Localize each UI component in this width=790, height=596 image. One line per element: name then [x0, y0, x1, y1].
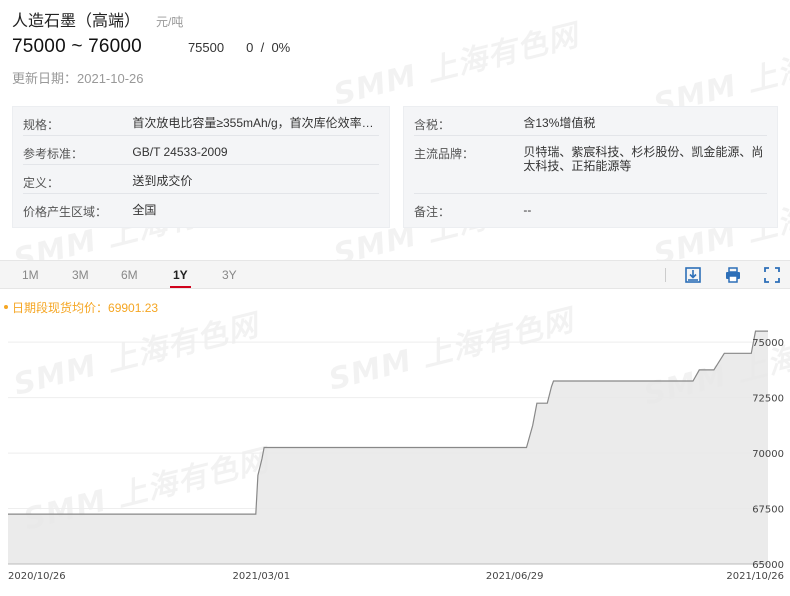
spec-value: 含13%增值税	[523, 116, 596, 130]
tab-1m[interactable]: 1M	[22, 268, 39, 282]
download-image-icon[interactable]	[684, 266, 702, 284]
chart-legend: 日期段现货均价：69901.23	[4, 299, 158, 316]
price-separator: ~	[71, 36, 83, 57]
y-tick-label: 65000	[752, 560, 784, 571]
average-price: 75500	[187, 40, 225, 55]
price-row: 75000 ~ 76000 75500 0 / 0%	[12, 36, 290, 58]
legend-value: 69901.23	[108, 301, 159, 315]
spec-row-region: 价格产生区域： 全国	[23, 194, 379, 223]
spec-value: 全国	[132, 203, 157, 217]
x-tick-label: 2020/10/26	[8, 571, 66, 582]
chart-canvas: 65000 67500 70000 72500 75000 2020/10/26 2021…	[8, 330, 784, 582]
price-range: 75000 ~ 76000	[12, 36, 142, 58]
price-header: 人造石墨（高端） 元/吨 75000 ~ 76000 75500 0 / 0% …	[0, 0, 790, 98]
price-chart: 日期段现货均价：69901.23 65000 67500 70000 72500 750…	[0, 290, 790, 596]
chart-toolbar: 1M 3M 6M 1Y 3Y	[0, 260, 790, 289]
update-date-value: 2021-10-26	[77, 71, 144, 86]
x-tick-label: 2021/06/29	[486, 571, 544, 582]
product-title: 人造石墨（高端）	[12, 13, 141, 30]
spec-label: 含税：	[414, 118, 451, 132]
tab-6m[interactable]: 6M	[121, 268, 138, 282]
spec-row-remark: 备注： --	[414, 194, 767, 223]
specs-panel-right: 含税： 含13%增值税 主流品牌： 贝特瑞、紫宸科技、杉杉股份、凯金能源、尚太科…	[403, 106, 778, 228]
spec-label: 备注：	[414, 205, 451, 219]
spec-row-definition: 定义： 送到成交价	[23, 165, 379, 194]
spec-row-spec: 规格： 首次放电比容量≥355mAh/g，首次库伦效率…	[23, 107, 379, 136]
price-unit: 元/吨	[156, 15, 184, 29]
spec-value: 首次放电比容量≥355mAh/g，首次库伦效率…	[132, 116, 374, 130]
spec-value: 贝特瑞、紫宸科技、杉杉股份、凯金能源、尚太科技、正拓能源等	[523, 145, 764, 173]
legend-dot	[4, 304, 8, 309]
price-low: 75000	[12, 36, 66, 57]
spec-value: --	[523, 203, 532, 217]
spec-row-standard: 参考标准： GB/T 24533-2009	[23, 136, 379, 165]
spec-label: 定义：	[23, 176, 60, 190]
spec-row-tax: 含税： 含13%增值税	[414, 107, 767, 136]
tab-1y[interactable]: 1Y	[170, 268, 191, 288]
update-date: 更新日期：2021-10-26	[12, 68, 144, 87]
specs-panel-left: 规格： 首次放电比容量≥355mAh/g，首次库伦效率… 参考标准： GB/T …	[12, 106, 390, 228]
title-row: 人造石墨（高端） 元/吨	[12, 7, 183, 31]
y-tick-label: 72500	[752, 394, 784, 405]
spec-value: GB/T 24533-2009	[132, 145, 228, 159]
x-tick-label: 2021/10/26	[726, 571, 784, 582]
price-change: 0 / 0%	[246, 40, 291, 55]
x-axis-ticks: 2020/10/26 2021/03/01 2021/06/29 2021/10/26	[8, 571, 784, 582]
spec-value: 送到成交价	[132, 174, 193, 188]
print-icon[interactable]	[724, 266, 742, 284]
y-tick-label: 75000	[752, 338, 784, 349]
fullscreen-icon[interactable]	[763, 266, 781, 284]
legend-label: 日期段现货均价：	[12, 301, 109, 315]
spec-label: 价格产生区域：	[23, 205, 108, 219]
tab-3m[interactable]: 3M	[72, 268, 89, 282]
y-tick-label: 67500	[752, 505, 784, 516]
x-tick-label: 2021/03/01	[233, 571, 291, 582]
tab-3y[interactable]: 3Y	[222, 268, 237, 282]
y-tick-label: 70000	[752, 449, 784, 460]
update-date-label: 更新日期：	[12, 71, 78, 86]
spec-label: 主流品牌：	[414, 147, 475, 161]
toolbar-divider	[665, 268, 666, 282]
spec-label: 参考标准：	[23, 147, 84, 161]
spec-row-brands: 主流品牌： 贝特瑞、紫宸科技、杉杉股份、凯金能源、尚太科技、正拓能源等	[414, 136, 767, 194]
spec-label: 规格：	[23, 118, 60, 132]
price-high: 76000	[88, 36, 142, 57]
